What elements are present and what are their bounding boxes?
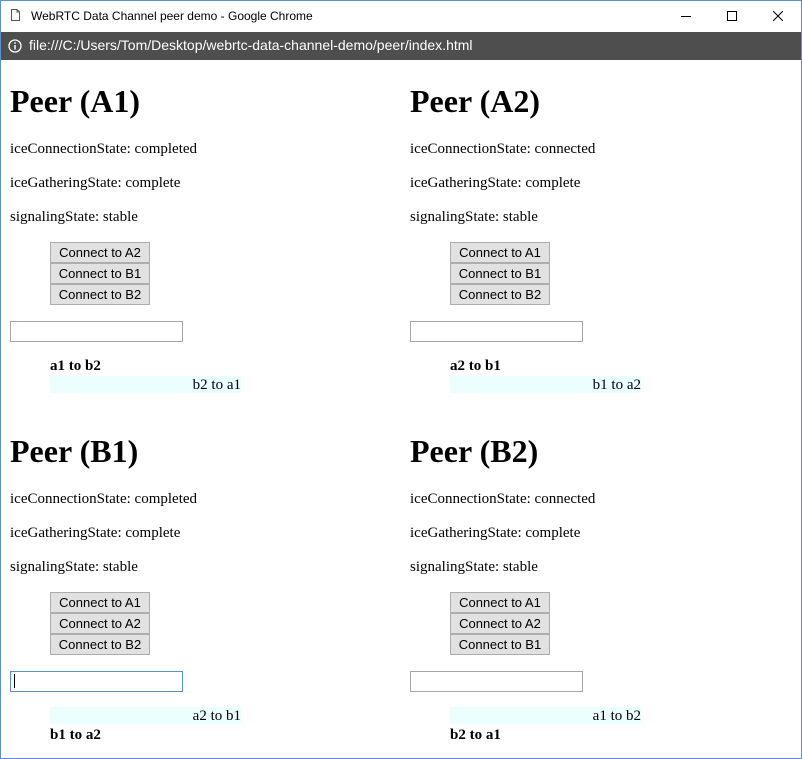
message-input[interactable] <box>10 671 183 692</box>
signaling-state: signalingState: stable <box>10 559 138 575</box>
maximize-button[interactable] <box>709 1 755 32</box>
ice-gathering-state: iceGatheringState: complete <box>10 175 181 191</box>
connect-button[interactable]: Connect to B2 <box>50 284 150 305</box>
connect-button[interactable]: Connect to B1 <box>450 263 550 284</box>
page-content: Peer (A1) iceConnectionState: completed … <box>1 60 801 758</box>
received-message: a2 to b1 <box>50 707 241 724</box>
connect-button[interactable]: Connect to B1 <box>450 634 550 655</box>
minimize-icon <box>681 16 691 17</box>
signaling-state: signalingState: stable <box>410 209 538 225</box>
received-message: b1 to a2 <box>450 376 641 393</box>
peer-title: Peer (A2) <box>410 83 540 119</box>
connect-button[interactable]: Connect to A2 <box>50 242 150 263</box>
message-input[interactable] <box>410 671 583 692</box>
connect-button[interactable]: Connect to A1 <box>450 242 550 263</box>
text-caret <box>14 674 15 688</box>
received-message: b2 to a1 <box>50 376 241 393</box>
peer-title: Peer (B2) <box>410 433 539 469</box>
sent-message: b2 to a1 <box>450 727 501 743</box>
maximize-icon <box>727 11 737 21</box>
connect-button[interactable]: Connect to A1 <box>450 592 550 613</box>
connect-button[interactable]: Connect to A1 <box>50 592 150 613</box>
ice-connection-state: iceConnectionState: connected <box>410 141 596 157</box>
ice-connection-state: iceConnectionState: completed <box>10 491 198 507</box>
title-bar: WebRTC Data Channel peer demo - Google C… <box>1 1 801 32</box>
peer-title: Peer (A1) <box>10 83 140 119</box>
sent-message: b1 to a2 <box>50 727 101 743</box>
ice-connection-state: iceConnectionState: completed <box>10 141 198 157</box>
ice-gathering-state: iceGatheringState: complete <box>10 525 181 541</box>
peer-panel-a1: Peer (A1) iceConnectionState: completed … <box>10 60 400 410</box>
info-icon[interactable] <box>8 39 22 53</box>
close-button[interactable] <box>755 1 801 32</box>
sent-message: a2 to b1 <box>450 358 501 374</box>
signaling-state: signalingState: stable <box>10 209 138 225</box>
connect-button[interactable]: Connect to A2 <box>50 613 150 634</box>
peer-panel-a2: Peer (A2) iceConnectionState: connected … <box>410 60 800 410</box>
connect-button[interactable]: Connect to B2 <box>450 284 550 305</box>
connect-button[interactable]: Connect to A2 <box>450 613 550 634</box>
close-icon <box>773 11 783 21</box>
ice-connection-state: iceConnectionState: connected <box>410 491 596 507</box>
message-input[interactable] <box>410 321 583 342</box>
connect-button[interactable]: Connect to B1 <box>50 263 150 284</box>
peer-title: Peer (B1) <box>10 433 139 469</box>
ice-gathering-state: iceGatheringState: complete <box>410 175 581 191</box>
received-message: a1 to b2 <box>450 707 641 724</box>
window-title: WebRTC Data Channel peer demo - Google C… <box>31 9 313 23</box>
ice-gathering-state: iceGatheringState: complete <box>410 525 581 541</box>
page-icon <box>11 9 20 21</box>
peer-panel-b1: Peer (B1) iceConnectionState: completed … <box>10 410 400 758</box>
address-bar[interactable]: file:///C:/Users/Tom/Desktop/webrtc-data… <box>1 32 801 60</box>
url-text[interactable]: file:///C:/Users/Tom/Desktop/webrtc-data… <box>29 37 473 53</box>
message-input[interactable] <box>10 321 183 342</box>
signaling-state: signalingState: stable <box>410 559 538 575</box>
peer-panel-b2: Peer (B2) iceConnectionState: connected … <box>410 410 800 758</box>
connect-button[interactable]: Connect to B2 <box>50 634 150 655</box>
minimize-button[interactable] <box>663 1 709 32</box>
sent-message: a1 to b2 <box>50 358 101 374</box>
browser-window: WebRTC Data Channel peer demo - Google C… <box>0 0 802 759</box>
